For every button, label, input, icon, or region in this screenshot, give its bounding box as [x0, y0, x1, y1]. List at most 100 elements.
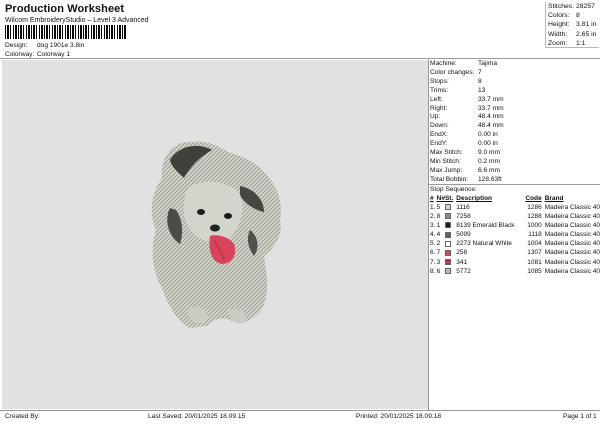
stop-sequence-header-row: # N# St. Description Code Brand: [429, 194, 600, 203]
machine-info-value: 0.2 mm: [478, 157, 500, 165]
machine-info-label: EndX:: [430, 131, 448, 139]
summary-row: Colors: 8: [548, 11, 599, 20]
summary-value: 3.81 in: [576, 21, 597, 29]
dog-embroidery-image: [151, 141, 281, 328]
row-index: 5.: [430, 240, 436, 248]
stitch-code: 1288: [527, 213, 542, 221]
needle-number: 2: [436, 240, 441, 248]
page-title: Production Worksheet: [5, 3, 125, 15]
summary-value: 8: [576, 12, 580, 20]
stop-sequence-table: # N# St. Description Code Brand 1. 5 1116 …: [429, 194, 600, 276]
thread-description: 1116: [456, 203, 514, 212]
machine-info-value: 0.00 in: [478, 131, 498, 139]
thread-description-text: Natural White: [472, 240, 512, 248]
stop-sequence-section: Stop Sequence: # N# St. Description Code…: [429, 184, 600, 276]
machine-info-row: Max Stitch: 9.0 mm: [429, 149, 600, 158]
thread-description: 341: [456, 258, 514, 267]
needle-number: 1: [436, 222, 441, 230]
design-preview-canvas: [2, 60, 428, 409]
colorway-label: Colorway:: [5, 51, 35, 58]
machine-info-value: 33.7 mm: [478, 95, 504, 103]
summary-row: Stitches: 28257: [548, 2, 599, 11]
design-label: Design:: [5, 42, 28, 49]
thread-description: 2273 Natural White: [456, 239, 514, 248]
machine-info-row: Trims: 13: [429, 87, 600, 96]
thread-code-number: 7258: [456, 213, 471, 221]
stop-sequence-row: 7. 3 341 1081 Madeira Classic 40: [429, 258, 600, 267]
software-subtitle: Wilcom EmbroideryStudio – Level 3 Advanc…: [5, 17, 149, 24]
thread-code-number: 258: [456, 249, 468, 257]
machine-info-value: 33.7 mm: [478, 104, 504, 112]
summary-label: Width:: [548, 30, 568, 38]
machine-info-label: Up:: [430, 113, 441, 121]
machine-info-label: EndY:: [430, 140, 448, 148]
machine-info-row: Color changes: 7: [429, 69, 600, 78]
row-spacer: [514, 230, 525, 239]
thread-brand: Madeira Classic 40: [544, 213, 600, 221]
thread-brand: Madeira Classic 40: [544, 240, 600, 248]
color-swatch: [444, 249, 451, 256]
row-index: 3.: [430, 222, 436, 230]
stop-sequence-row: 2. 8 7258 1288 Madeira Classic 40: [429, 212, 600, 221]
row-index: 6.: [430, 249, 436, 257]
thread-brand: Madeira Classic 40: [544, 204, 600, 211]
machine-info-label: Machine:: [430, 60, 457, 67]
thread-description: 7258: [456, 212, 514, 221]
machine-info-value: 48.4 mm: [478, 113, 504, 121]
summary-label: Colors:: [548, 12, 570, 20]
stitch-code: 1307: [527, 249, 542, 257]
stitch-code: 1004: [527, 240, 542, 248]
color-swatch: [444, 258, 451, 265]
stop-sequence-row: 3. 1 8139 Emerald Black 1000 Madeira Classic…: [429, 221, 600, 230]
machine-info-row: Min Stitch: 0.2 mm: [429, 158, 600, 167]
machine-info-label: Trims:: [430, 86, 449, 94]
stop-sequence-row: 8. 6 5772 1085 Madeira Classic 40: [429, 267, 600, 276]
machine-info-value: 0.00 in: [478, 140, 498, 148]
divider: [0, 58, 600, 59]
summary-label: Stitches:: [548, 3, 575, 10]
machine-info-label: Min Stitch:: [430, 157, 461, 165]
summary-label: Zoom:: [548, 39, 568, 47]
machine-info-row: Down: 48.4 mm: [429, 122, 600, 131]
thread-description-text: Emerald Black: [472, 222, 515, 230]
stop-sequence-row: 6. 7 258 1307 Madeira Classic 40: [429, 248, 600, 257]
thread-description: 8139 Emerald Black: [456, 221, 514, 230]
thread-code-number: 341: [456, 258, 468, 266]
summary-row: Height: 3.81 in: [548, 20, 599, 29]
page-number: Page 1 of 1: [563, 413, 597, 420]
thread-brand: Madeira Classic 40: [544, 267, 600, 275]
thread-code-number: 8139: [456, 222, 471, 230]
summary-value: 1:1: [576, 39, 586, 47]
machine-info-label: Left:: [430, 95, 443, 103]
machine-info-value: 7: [478, 68, 482, 76]
machine-info-list: Machine: Tajima Color changes: 7 Stops: 8 Trim…: [429, 60, 600, 185]
color-swatch: [444, 213, 451, 220]
stop-sequence-row: 4. 4 5099 1118 Madeira Classic 40: [429, 230, 600, 239]
summary-value: 2.65 in: [576, 30, 597, 38]
machine-info-label: Max Stitch:: [430, 149, 463, 157]
stop-sequence-row: 1. 5 1116 1286 Madeira Classic 40: [429, 203, 600, 212]
machine-info-label: Right:: [430, 104, 448, 112]
color-swatch: [444, 204, 451, 211]
machine-info-value: Tajima: [478, 60, 498, 67]
color-swatch-cell: [444, 267, 456, 276]
machine-info-row: Machine: Tajima: [429, 60, 600, 69]
col-brand-header: Brand: [544, 195, 564, 202]
thread-description: 5772: [456, 267, 514, 276]
row-spacer: [514, 203, 525, 212]
col-stitches-header: [514, 194, 525, 203]
machine-info-value: 9.0 mm: [478, 149, 500, 157]
machine-info-value: 48.4 mm: [478, 122, 504, 130]
machine-info-row: Left: 33.7 mm: [429, 96, 600, 105]
last-saved: Last Saved: 20/01/2025 18.09.15: [148, 413, 246, 420]
machine-info-label: Max Jump:: [430, 166, 463, 174]
thread-code-number: 5772: [456, 267, 471, 275]
color-swatch: [444, 240, 451, 247]
color-swatch-cell: [444, 239, 456, 248]
row-index: 7.: [430, 258, 436, 266]
color-swatch: [444, 231, 451, 238]
needle-number: 3: [436, 258, 441, 266]
machine-info-value: 8: [478, 77, 482, 85]
row-spacer: [514, 212, 525, 221]
thread-description: 5099: [456, 230, 514, 239]
